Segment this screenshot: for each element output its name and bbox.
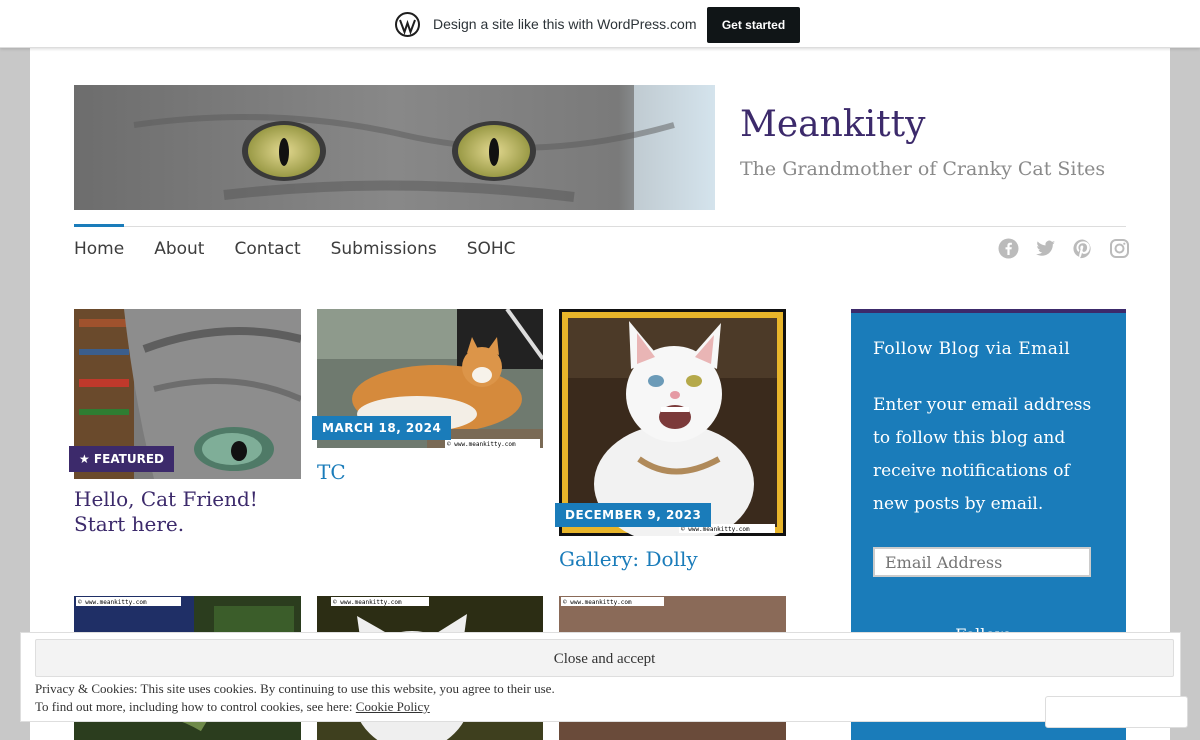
watermark-text: © www.meankitty.com (78, 599, 147, 606)
site-title[interactable]: Meankitty (740, 104, 925, 145)
post-title-hello-cat-friend[interactable]: Hello, Cat Friend! Start here. (74, 487, 304, 537)
nav-item-about[interactable]: About (154, 239, 204, 259)
cookie-notice-line-1: Privacy & Cookies: This site uses cookie… (35, 681, 555, 696)
close-and-accept-button[interactable]: Close and accept (35, 639, 1174, 677)
social-links (998, 238, 1130, 259)
widget-description: Enter your email address to follow this … (873, 395, 1092, 514)
cookie-notice-text: Privacy & Cookies: This site uses cookie… (35, 680, 555, 716)
cookie-policy-link[interactable]: Cookie Policy (356, 699, 430, 714)
cookie-notice-line-2: To find out more, including how to contr… (35, 698, 555, 716)
watermark-text: © www.meankitty.com (333, 599, 402, 606)
nav-item-home[interactable]: Home (74, 239, 124, 259)
wordpress-logo-icon[interactable] (395, 12, 420, 37)
watermark-text: © www.meankitty.com (447, 441, 516, 448)
pinterest-icon[interactable] (1072, 238, 1093, 259)
main-navigation: Home About Contact Submissions SOHC (74, 239, 516, 259)
post-title-gallery-dolly[interactable]: Gallery: Dolly (559, 547, 698, 572)
nav-item-sohc[interactable]: SOHC (467, 239, 516, 259)
instagram-icon[interactable] (1109, 238, 1130, 259)
email-field[interactable] (873, 547, 1091, 577)
facebook-icon[interactable] (998, 238, 1019, 259)
nav-item-contact[interactable]: Contact (234, 239, 300, 259)
post-title-tc[interactable]: TC (317, 460, 346, 485)
promo-text[interactable]: Design a site like this with WordPress.c… (433, 16, 697, 32)
widget-title: Follow Blog via Email (873, 339, 1071, 359)
cookie-banner: Close and accept Privacy & Cookies: This… (20, 632, 1181, 722)
featured-badge: ★ FEATURED (69, 446, 175, 472)
nav-divider (74, 226, 1126, 227)
twitter-icon[interactable] (1035, 238, 1056, 259)
watermark-text: © www.meankitty.com (681, 526, 750, 533)
nav-item-submissions[interactable]: Submissions (331, 239, 437, 259)
post-thumbnail-gallery-dolly[interactable]: © www.meankitty.com (559, 309, 786, 536)
header-banner-image[interactable] (74, 85, 715, 210)
post-date-badge[interactable]: MARCH 18, 2024 (312, 416, 452, 440)
site-tagline: The Grandmother of Cranky Cat Sites (740, 158, 1106, 180)
cookie-notice-prefix: To find out more, including how to contr… (35, 699, 353, 714)
subscribe-button-partial[interactable] (1045, 696, 1188, 728)
post-date-badge[interactable]: DECEMBER 9, 2023 (555, 503, 712, 527)
get-started-button[interactable]: Get started (707, 7, 800, 43)
watermark-text: © www.meankitty.com (563, 599, 632, 606)
nav-active-indicator (74, 224, 124, 227)
wordpress-promo-bar: Design a site like this with WordPress.c… (0, 0, 1200, 48)
